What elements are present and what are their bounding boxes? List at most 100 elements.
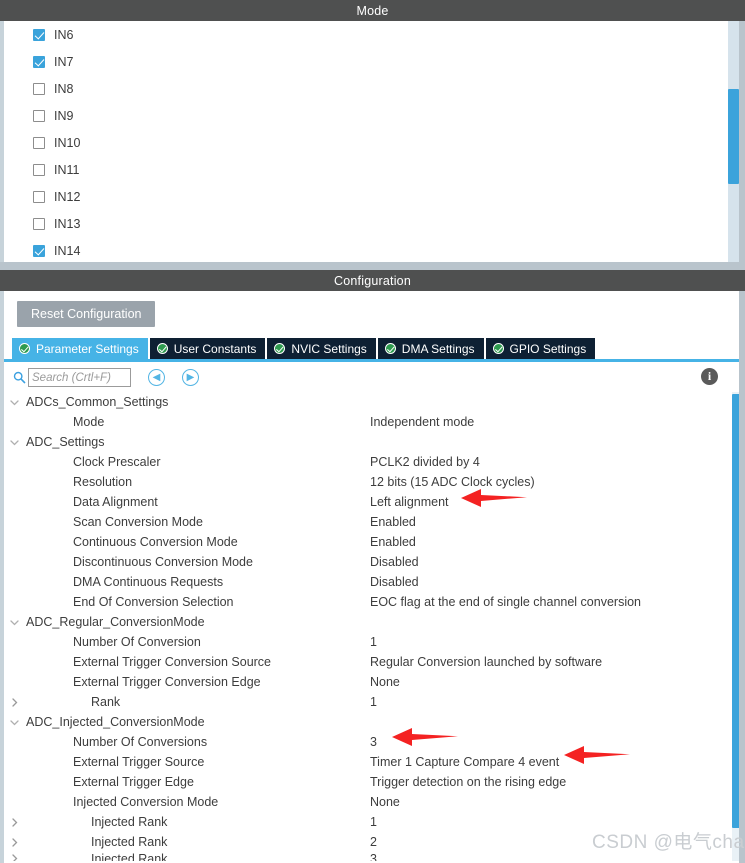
search-input[interactable] xyxy=(28,368,131,387)
chevron-down-icon[interactable] xyxy=(4,717,24,728)
check-circle-icon xyxy=(384,343,396,354)
tab-nvic-settings[interactable]: NVIC Settings xyxy=(267,338,376,359)
tree-row[interactable]: ADC_Injected_ConversionMode xyxy=(4,712,745,732)
checkbox-in10-icon[interactable] xyxy=(33,136,45,149)
tree-row-value[interactable]: Enabled xyxy=(370,535,416,549)
chevron-down-icon[interactable] xyxy=(4,617,24,628)
checkbox-in8-icon[interactable] xyxy=(33,82,45,95)
info-icon[interactable]: i xyxy=(701,368,718,385)
tree-row[interactable]: External Trigger Conversion Source Regula… xyxy=(4,652,745,672)
tree-row[interactable]: Discontinuous Conversion Mode Disabled xyxy=(4,552,745,572)
tree-row[interactable]: Number Of Conversions 3 xyxy=(4,732,745,752)
tree-row-value[interactable]: Regular Conversion launched by software xyxy=(370,655,602,669)
search-next-icon[interactable]: ▶ xyxy=(182,369,199,386)
mode-panel: Mode IN6 IN7 IN8 IN9 IN10 IN11 IN12 IN13 IN14 xyxy=(0,0,745,268)
checkbox-in11-icon[interactable] xyxy=(33,163,45,176)
channel-row-in8[interactable]: IN8 xyxy=(4,75,745,102)
tree-row-value[interactable]: 1 xyxy=(370,635,377,649)
tree-row[interactable]: External Trigger Edge Trigger detection o… xyxy=(4,772,745,792)
checkbox-in6-icon[interactable] xyxy=(33,28,45,41)
tree-row-value[interactable]: Enabled xyxy=(370,515,416,529)
chevron-down-icon[interactable] xyxy=(4,437,24,448)
chevron-right-icon[interactable] xyxy=(4,853,24,861)
channel-label: IN8 xyxy=(54,81,74,96)
checkbox-in13-icon[interactable] xyxy=(33,217,45,230)
tree-row[interactable]: End Of Conversion Selection EOC flag at t… xyxy=(4,592,745,612)
tree-row[interactable]: ADCs_Common_Settings xyxy=(4,392,745,412)
tree-row[interactable]: External Trigger Conversion Edge None xyxy=(4,672,745,692)
search-previous-icon[interactable]: ◀ xyxy=(148,369,165,386)
tab-user-constants[interactable]: User Constants xyxy=(149,338,266,359)
tab-parameter-settings[interactable]: Parameter Settings xyxy=(12,338,148,359)
tree-row-value[interactable]: Disabled xyxy=(370,555,419,569)
tree-row-value[interactable]: EOC flag at the end of single channel co… xyxy=(370,595,641,609)
checkbox-in9-icon[interactable] xyxy=(33,109,45,122)
tree-row[interactable]: Continuous Conversion Mode Enabled xyxy=(4,532,745,552)
chevron-right-icon[interactable] xyxy=(4,697,24,708)
channel-row-in9[interactable]: IN9 xyxy=(4,102,745,129)
channel-row-in14[interactable]: IN14 xyxy=(4,237,745,264)
channel-row-in11[interactable]: IN11 xyxy=(4,156,745,183)
tab-dma-settings[interactable]: DMA Settings xyxy=(377,338,484,359)
configuration-panel-title: Configuration xyxy=(0,270,745,291)
tree-row-value[interactable]: 1 xyxy=(370,695,377,709)
mode-panel-scrollbar-track[interactable] xyxy=(728,21,739,264)
tree-row-value[interactable]: PCLK2 divided by 4 xyxy=(370,455,480,469)
tree-row-value[interactable]: 3 xyxy=(370,735,377,749)
channel-row-in13[interactable]: IN13 xyxy=(4,210,745,237)
stm32cubemx-adc-configuration-screen: Mode IN6 IN7 IN8 IN9 IN10 IN11 IN12 IN13 IN14 Co… xyxy=(0,0,745,863)
channel-row-in10[interactable]: IN10 xyxy=(4,129,745,156)
tree-row[interactable]: ADC_Regular_ConversionMode xyxy=(4,612,745,632)
tree-row[interactable]: Mode Independent mode xyxy=(4,412,745,432)
tree-row-value[interactable]: Timer 1 Capture Compare 4 event xyxy=(370,755,559,769)
channel-row-in12[interactable]: IN12 xyxy=(4,183,745,210)
checkbox-in7-icon[interactable] xyxy=(33,55,45,68)
tree-row-label: Injected Rank xyxy=(91,852,168,861)
tree-row-label: Discontinuous Conversion Mode xyxy=(73,555,253,569)
chevron-right-icon[interactable] xyxy=(4,837,24,848)
tree-row[interactable]: Scan Conversion Mode Enabled xyxy=(4,512,745,532)
tree-row-value[interactable]: Left alignment xyxy=(370,495,449,509)
channel-row-in6[interactable]: IN6 xyxy=(4,21,745,48)
mode-panel-scrollbar-thumb[interactable] xyxy=(728,89,739,184)
chevron-right-icon[interactable] xyxy=(4,817,24,828)
tree-row-value[interactable]: Disabled xyxy=(370,575,419,589)
tree-row-value[interactable]: 12 bits (15 ADC Clock cycles) xyxy=(370,475,535,489)
tree-row-value[interactable]: Independent mode xyxy=(370,415,474,429)
tree-row-label: Rank xyxy=(91,695,121,709)
search-toolbar: ◀ ▶ i xyxy=(4,363,745,392)
tree-row[interactable]: Rank 1 xyxy=(4,692,745,712)
tree-row-label: ADC_Settings xyxy=(26,435,105,449)
tab-gpio-settings[interactable]: GPIO Settings xyxy=(485,338,596,359)
tree-row[interactable]: ADC_Settings xyxy=(4,432,745,452)
tree-row[interactable]: Clock Prescaler PCLK2 divided by 4 xyxy=(4,452,745,472)
tree-row[interactable]: Injected Conversion Mode None xyxy=(4,792,745,812)
tree-row[interactable]: Data Alignment Left alignment xyxy=(4,492,745,512)
tree-row[interactable]: Number Of Conversion 1 xyxy=(4,632,745,652)
tab-label: GPIO Settings xyxy=(509,341,587,356)
channel-row-in7[interactable]: IN7 xyxy=(4,48,745,75)
tree-row[interactable]: Resolution 12 bits (15 ADC Clock cycles) xyxy=(4,472,745,492)
checkbox-in12-icon[interactable] xyxy=(33,190,45,203)
configuration-panel: Configuration Reset Configuration Parame… xyxy=(0,270,745,863)
check-circle-icon xyxy=(19,343,30,354)
tree-row-value[interactable]: 3 xyxy=(370,852,377,861)
tree-row[interactable]: DMA Continuous Requests Disabled xyxy=(4,572,745,592)
tree-row-label: Number Of Conversion xyxy=(73,635,201,649)
chevron-down-icon[interactable] xyxy=(4,397,24,408)
check-circle-icon xyxy=(274,343,286,354)
tree-row-value[interactable]: 1 xyxy=(370,815,377,829)
reset-configuration-bar: Reset Configuration xyxy=(4,291,745,337)
tree-row-value[interactable]: None xyxy=(370,795,400,809)
tree-row-value[interactable]: 2 xyxy=(370,835,377,849)
tree-row-label: External Trigger Source xyxy=(73,755,205,769)
tree-row-label: External Trigger Conversion Source xyxy=(73,655,272,669)
tree-row-label: DMA Continuous Requests xyxy=(73,575,224,589)
tree-row[interactable]: External Trigger Source Timer 1 Capture C… xyxy=(4,752,745,772)
channel-label: IN9 xyxy=(54,108,74,123)
reset-configuration-button[interactable]: Reset Configuration xyxy=(17,301,156,327)
tree-row-value[interactable]: Trigger detection on the rising edge xyxy=(370,775,566,789)
checkbox-in14-icon[interactable] xyxy=(33,244,45,257)
mode-channel-list: IN6 IN7 IN8 IN9 IN10 IN11 IN12 IN13 IN14 xyxy=(0,21,745,264)
tree-row-value[interactable]: None xyxy=(370,675,400,689)
